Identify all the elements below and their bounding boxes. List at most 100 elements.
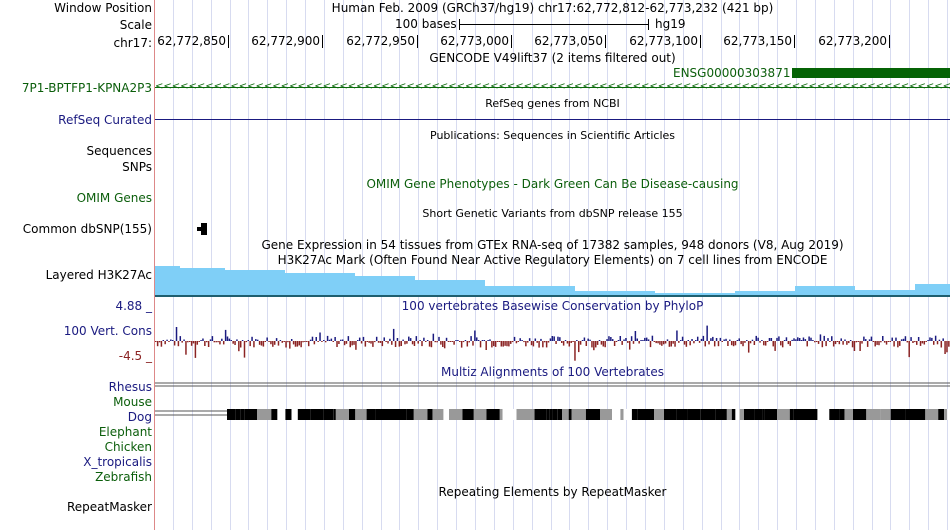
sequences-track-label[interactable]: Sequences	[87, 144, 152, 158]
phylop-bar	[899, 341, 901, 346]
dog-alignment-block	[520, 409, 535, 420]
dog-alignment-block	[297, 409, 311, 420]
track-area[interactable]: Human Feb. 2009 (GRCh37/hg19) chr17:62,7…	[155, 0, 950, 530]
phylop-bar	[196, 341, 199, 345]
phylop-bar	[853, 341, 856, 351]
phylop-bar	[793, 338, 795, 341]
phylop-max-label: 4.88 _	[115, 299, 152, 313]
dog-alignment-block	[366, 409, 376, 420]
phylop-bar	[360, 341, 363, 344]
phylop-bar	[249, 341, 251, 347]
phylop-bar	[691, 339, 693, 341]
snp-variant-mark[interactable]	[197, 223, 207, 235]
phylop-bar	[185, 341, 187, 355]
phylop-bar	[644, 337, 646, 341]
gencode-item-label[interactable]: ENSG00000303871	[673, 66, 790, 80]
phylop-bar	[808, 336, 810, 341]
phylop-bar	[740, 341, 742, 345]
phylop-bar	[804, 339, 807, 341]
phylop-bar	[222, 341, 225, 345]
phylop-track-title: 100 vertebrates Basewise Conservation by…	[401, 299, 704, 313]
species-label-xtropicalis[interactable]: X_tropicalis	[83, 455, 152, 469]
phylop-bar	[506, 341, 508, 347]
phylop-bar	[313, 341, 316, 345]
phylop-bar	[713, 341, 716, 347]
genome-browser-image[interactable]: Window Position Scale chr17: 7P1-BPTFP1-…	[0, 0, 950, 530]
phylop-bar	[874, 341, 876, 347]
dog-alignment-block	[323, 409, 334, 420]
phylop-bar	[542, 341, 544, 348]
phylop-bar	[368, 341, 370, 343]
phylop-bar	[544, 341, 546, 343]
snps-track-label[interactable]: SNPs	[122, 160, 152, 174]
phylop-bar	[736, 340, 739, 341]
h3k27ac-track-label[interactable]: Layered H3K27Ac	[46, 268, 152, 282]
dog-alignment-block	[240, 409, 245, 420]
gencode-exon-block[interactable]	[792, 68, 950, 78]
phylop-bar	[902, 338, 905, 341]
phylop-bar	[757, 337, 759, 341]
phylop-bar	[636, 338, 639, 341]
phylop-bar	[759, 341, 761, 343]
phylop-bar	[795, 339, 797, 341]
omim-track-label[interactable]: OMIM Genes	[77, 191, 152, 205]
phylop-conservation-plot[interactable]	[155, 318, 950, 364]
refseq-track-label[interactable]: RefSeq Curated	[58, 113, 152, 127]
dog-alignment-block	[637, 409, 643, 420]
ruler-tick-line	[889, 35, 890, 48]
dog-alignment-block	[905, 409, 910, 420]
repeatmasker-track-label[interactable]: RepeatMasker	[67, 500, 152, 514]
refseq-transcript-line[interactable]	[155, 119, 950, 120]
phylop-bar	[870, 336, 873, 341]
dbsnp-track-label[interactable]: Common dbSNP(155)	[23, 222, 152, 236]
species-label-dog[interactable]: Dog	[128, 410, 152, 424]
dog-alignment-block	[499, 409, 503, 420]
h3k27ac-signal-area[interactable]	[155, 266, 950, 296]
phylop-track-label[interactable]: 100 Vert. Cons	[64, 324, 152, 338]
dog-alignment-block	[462, 409, 474, 420]
phylop-bar	[751, 339, 754, 341]
phylop-bar	[470, 336, 472, 341]
base-ruler[interactable]: 62,772,850 62,772,900 62,772,950 62,773,000…	[155, 34, 950, 50]
phylop-bar	[821, 341, 824, 348]
phylop-bar	[621, 341, 623, 345]
phylop-bar	[511, 341, 514, 343]
repeatmasker-track-title: Repeating Elements by RepeatMasker	[438, 485, 667, 499]
phylop-bar	[459, 341, 461, 342]
species-label-elephant[interactable]: Elephant	[99, 425, 152, 439]
phylop-bar	[763, 341, 765, 346]
species-label-rhesus[interactable]: Rhesus	[109, 380, 152, 394]
phylop-bar	[593, 341, 595, 351]
phylop-bar	[372, 341, 374, 347]
phylop-bar	[247, 340, 250, 341]
dog-alignment-block	[375, 409, 392, 420]
phylop-bar	[776, 337, 778, 341]
multiz-alignment-plot[interactable]	[155, 380, 950, 420]
phylop-bar	[638, 341, 640, 344]
h3k27ac-signal-plot[interactable]	[155, 264, 950, 298]
phylop-bar	[181, 341, 183, 343]
phylop-bar	[491, 341, 493, 348]
phylop-bar	[814, 341, 816, 343]
phylop-bar	[464, 340, 467, 341]
dog-alignment-block	[483, 409, 487, 420]
dog-alignment-block	[432, 409, 444, 420]
track-label-column: Window Position Scale chr17: 7P1-BPTFP1-…	[0, 0, 154, 530]
phylop-bar	[476, 337, 478, 341]
dog-alignment-block	[335, 409, 349, 420]
phylop-bar	[158, 341, 161, 343]
phylop-bar	[279, 340, 282, 341]
phylop-bar	[859, 341, 861, 351]
phylop-bar	[876, 341, 878, 345]
species-label-mouse[interactable]: Mouse	[113, 395, 152, 409]
phylop-bar	[245, 341, 248, 343]
phylop-bar	[812, 340, 814, 341]
dbsnp-track-title: Short Genetic Variants from dbSNP releas…	[422, 207, 683, 220]
phylop-bar	[940, 341, 943, 348]
dog-alignment-block	[427, 409, 433, 420]
gencode-track-label[interactable]: 7P1-BPTFP1-KPNA2P3	[22, 81, 152, 95]
species-label-zebrafish[interactable]: Zebrafish	[95, 470, 152, 484]
phylop-bar	[519, 338, 521, 341]
species-label-chicken[interactable]: Chicken	[105, 440, 152, 454]
dog-alignment-block	[546, 409, 550, 420]
